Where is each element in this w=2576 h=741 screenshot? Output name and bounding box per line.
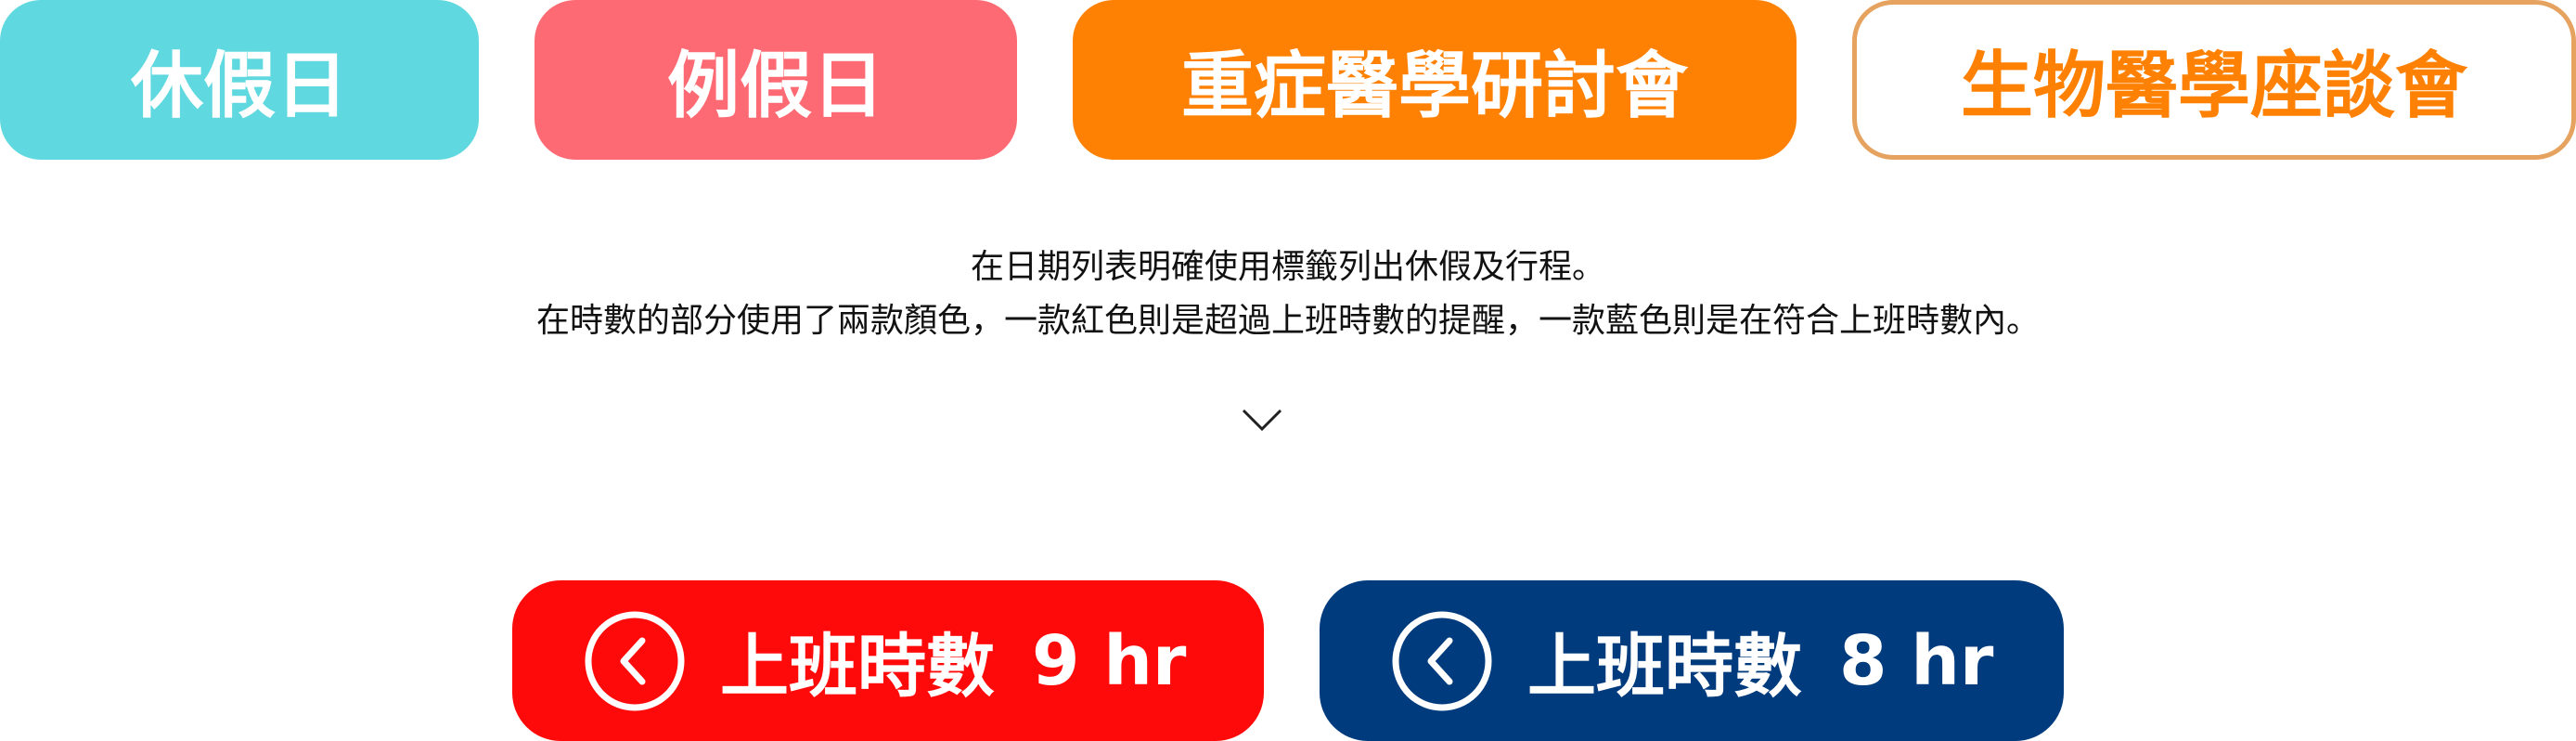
work-hours-label: 上班時數 <box>1527 627 1802 707</box>
work-hours-value: 8 hr <box>1839 620 1994 701</box>
description-line-1: 在日期列表明確使用標籤列出休假及行程。 <box>970 248 1605 286</box>
tag-holiday: 休假日 <box>0 0 479 160</box>
chevron-left-circle-icon <box>1392 611 1492 710</box>
description-line-2: 在時數的部分使用了兩款顏色，一款紅色則是超過上班時數的提醒，一款藍色則是在符合上… <box>535 302 2040 340</box>
chevron-down-icon[interactable] <box>1242 409 1282 433</box>
work-hours-value: 9 hr <box>1032 620 1187 701</box>
tag-critical-care-seminar: 重症醫學研討會 <box>1073 0 1797 160</box>
chevron-left-circle-icon <box>585 611 685 710</box>
work-hours-within-button[interactable]: 上班時數 8 hr <box>1320 580 2064 741</box>
tag-regular-holiday: 例假日 <box>535 0 1017 160</box>
work-hours-label: 上班時數 <box>720 627 995 707</box>
work-hours-over-button[interactable]: 上班時數 9 hr <box>512 580 1264 741</box>
tag-biomedical-seminar: 生物醫學座談會 <box>1852 0 2576 160</box>
